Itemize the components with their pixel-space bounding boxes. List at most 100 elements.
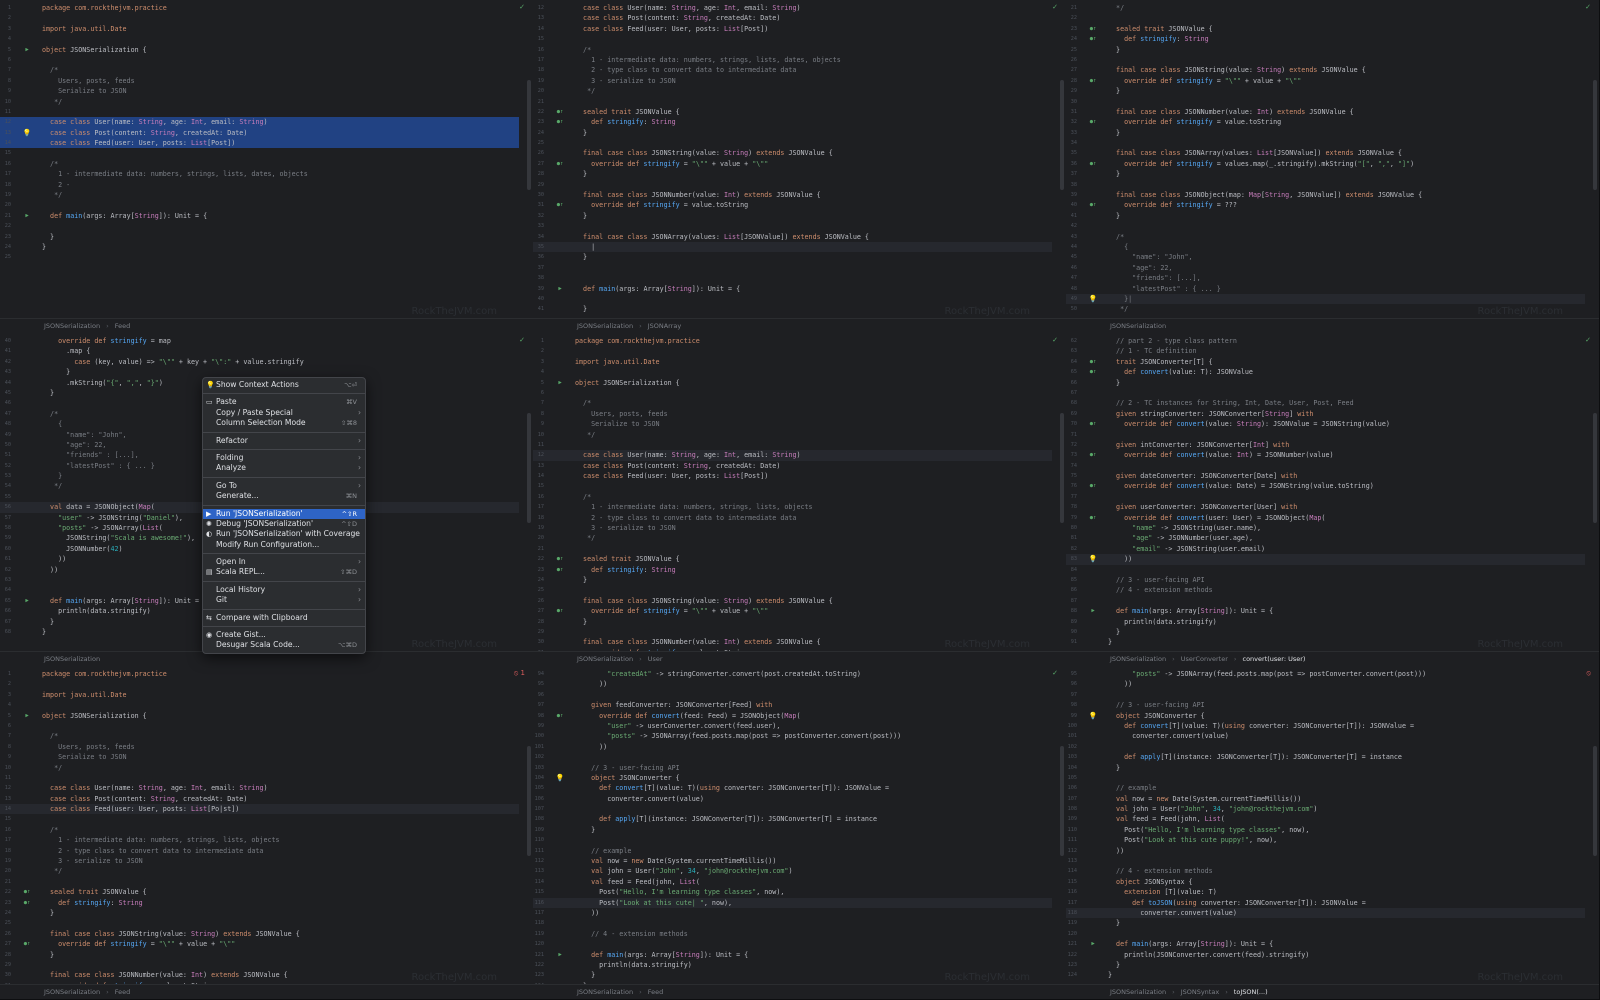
code-line[interactable]: 24} xyxy=(0,242,519,252)
breadcrumb-item[interactable]: JSONSerialization xyxy=(577,988,633,996)
code-line[interactable]: 4 xyxy=(0,700,519,710)
override-icon[interactable]: ●↑ xyxy=(555,107,565,117)
code-line[interactable]: 5 ▶ object JSONSerialization { xyxy=(533,378,1052,388)
code-line[interactable]: 90 } xyxy=(1066,627,1585,637)
code-line[interactable]: 45 "name": "John", xyxy=(1066,252,1585,262)
code-line[interactable]: 112 val now = new Date(System.currentTim… xyxy=(533,856,1052,866)
code-line[interactable]: 12 case class User(name: String, age: In… xyxy=(533,450,1052,461)
code-line[interactable]: 27 ●↑ override def stringify = "\"" + val… xyxy=(533,606,1052,616)
code-line[interactable]: 7 /* xyxy=(0,731,519,741)
inspection-ok-icon[interactable]: ✓ xyxy=(1052,3,1058,11)
code-line[interactable]: 28 } xyxy=(533,617,1052,627)
code-line[interactable]: 17 1 - intermediate data: numbers, strin… xyxy=(0,835,519,845)
override-icon[interactable]: ●↑ xyxy=(1088,367,1098,377)
code-line[interactable]: 104 💡 object JSONConverter { xyxy=(533,773,1052,783)
code-area[interactable]: 95 "posts" -> JSONArray(feed.posts.map(p… xyxy=(1066,669,1585,981)
code-line[interactable]: 13 case class Post(content: String, crea… xyxy=(533,461,1052,471)
code-line[interactable]: 75 given dateConverter: JSONConverter[Da… xyxy=(1066,471,1585,481)
run-icon[interactable]: ▶ xyxy=(22,711,32,721)
code-line[interactable]: 26 xyxy=(1066,55,1585,65)
code-line[interactable]: 116 Post("Look at this cute| ", now), xyxy=(533,897,1052,908)
breadcrumb-item[interactable]: JSONSerialization xyxy=(1110,988,1166,996)
code-line[interactable]: 24 ●↑ def stringify: String xyxy=(1066,34,1585,44)
code-line[interactable]: 14 case class Feed(user: User, posts: Li… xyxy=(533,24,1052,34)
code-line[interactable]: 20 */ xyxy=(533,533,1052,543)
code-line[interactable]: 96 xyxy=(533,690,1052,700)
code-line[interactable]: 14 case class Feed(user: User, posts: Li… xyxy=(0,138,519,149)
code-line[interactable]: 115 object JSONSyntax { xyxy=(1066,877,1585,887)
code-line[interactable]: 83 💡 )) xyxy=(1066,554,1585,565)
scrollbar[interactable] xyxy=(1593,746,1597,856)
code-line[interactable]: 87 xyxy=(1066,596,1585,606)
code-line[interactable]: 100 "posts" -> JSONArray(feed.posts.map(… xyxy=(533,731,1052,741)
code-line[interactable]: 28 } xyxy=(0,950,519,960)
menu-item-scala-repl[interactable]: ▤ Scala REPL... ⇧⌘D xyxy=(203,567,365,577)
code-line[interactable]: 9 Serialize to JSON xyxy=(0,86,519,96)
code-line[interactable]: 88 ▶ def main(args: Array[String]): Unit … xyxy=(1066,606,1585,616)
code-line[interactable]: 100 def convert[T](value: T)(using conve… xyxy=(1066,721,1585,731)
code-line[interactable]: 42 case (key, value) => "\"" + key + "\"… xyxy=(0,357,519,367)
code-line[interactable]: 3 import java.util.Date xyxy=(533,357,1052,367)
code-line[interactable]: 114 val feed = Feed(john, List( xyxy=(533,877,1052,887)
code-line[interactable]: 31 ●↑ override def stringify = value.toSt… xyxy=(533,200,1052,210)
code-line[interactable]: 22 xyxy=(1066,13,1585,23)
code-line[interactable]: 21 */ xyxy=(1066,3,1585,13)
code-line[interactable]: 69 given stringConverter: JSONConverter[… xyxy=(1066,409,1585,419)
code-line[interactable]: 49 💡 }| xyxy=(1066,293,1585,305)
code-line[interactable]: 103 // 3 - user-facing API xyxy=(533,763,1052,773)
error-indicator[interactable]: ⦸ xyxy=(1586,669,1591,678)
code-line[interactable]: 67 xyxy=(1066,388,1585,398)
menu-item-open-in[interactable]: Open In › xyxy=(203,557,365,567)
override-icon[interactable]: ●↑ xyxy=(1088,357,1098,367)
code-line[interactable]: 33 } xyxy=(1066,128,1585,138)
code-line[interactable]: 12 case class User(name: String, age: In… xyxy=(0,117,519,128)
code-line[interactable]: 23 ●↑ def stringify: String xyxy=(533,565,1052,575)
code-line[interactable]: 2 xyxy=(0,13,519,23)
code-line[interactable]: 38 xyxy=(533,273,1052,283)
run-icon[interactable]: ▶ xyxy=(555,284,565,294)
code-line[interactable]: 121 ▶ def main(args: Array[String]): Unit… xyxy=(533,950,1052,960)
code-line[interactable]: 12 case class User(name: String, age: In… xyxy=(533,3,1052,13)
code-line[interactable]: 20 */ xyxy=(0,866,519,876)
code-line[interactable]: 97 given feedConverter: JSONConverter[Fe… xyxy=(533,700,1052,710)
code-line[interactable]: 17 1 - intermediate data: numbers, strin… xyxy=(0,169,519,179)
code-line[interactable]: 4 xyxy=(533,367,1052,377)
code-line[interactable]: 18 2 - type class to convert data to int… xyxy=(533,513,1052,523)
breadcrumb-item[interactable]: JSONSerialization xyxy=(1110,655,1166,663)
code-line[interactable]: 68 // 2 - TC instances for String, Int, … xyxy=(1066,398,1585,408)
override-icon[interactable]: ●↑ xyxy=(22,939,32,949)
code-line[interactable]: 108 val john = User("John", 34, "john@ro… xyxy=(1066,804,1585,814)
code-line[interactable]: 114 // 4 - extension methods xyxy=(1066,866,1585,876)
code-line[interactable]: 104 } xyxy=(1066,763,1585,773)
menu-item-local-history[interactable]: Local History › xyxy=(203,585,365,595)
code-line[interactable]: 23 ●↑ def stringify: String xyxy=(0,898,519,908)
code-line[interactable]: 109 } xyxy=(533,825,1052,835)
code-line[interactable]: 18 2 - type class to convert data to int… xyxy=(0,846,519,856)
menu-item-compare-with-clipboard[interactable]: ⇆ Compare with Clipboard xyxy=(203,613,365,623)
menu-item-modify-run-configuration[interactable]: Modify Run Configuration... xyxy=(203,540,365,550)
code-line[interactable]: 96 )) xyxy=(1066,679,1585,689)
code-area[interactable]: 12 case class User(name: String, age: In… xyxy=(533,3,1052,315)
bulb-icon[interactable]: 💡 xyxy=(1088,294,1098,304)
context-menu[interactable]: 💡 Show Context Actions ⌥⏎ ▭ Paste ⌘V Copy / Pa… xyxy=(202,377,366,654)
code-line[interactable]: 3 import java.util.Date xyxy=(0,24,519,34)
code-line[interactable]: 1 package com.rockthejvm.practice xyxy=(0,3,519,13)
code-line[interactable]: 74 xyxy=(1066,461,1585,471)
bulb-icon[interactable]: 💡 xyxy=(22,128,32,138)
code-line[interactable]: 119 // 4 - extension methods xyxy=(533,929,1052,939)
run-icon[interactable]: ▶ xyxy=(22,211,32,221)
code-line[interactable]: 110 Post("Hello, I'm learning type class… xyxy=(1066,825,1585,835)
breadcrumb-item[interactable]: toJSON(...) xyxy=(1234,988,1268,996)
code-line[interactable]: 29 xyxy=(533,627,1052,637)
menu-item-debug-jsonserialization[interactable]: ✺ Debug 'JSONSerialization' ^⇧D xyxy=(203,519,365,529)
code-line[interactable]: 76 ●↑ override def convert(value: Date) =… xyxy=(1066,481,1585,491)
breadcrumb-item[interactable]: UserConverter xyxy=(1181,655,1228,663)
code-line[interactable]: 111 // example xyxy=(533,846,1052,856)
code-line[interactable]: 38 xyxy=(1066,180,1585,190)
override-icon[interactable]: ●↑ xyxy=(1088,200,1098,210)
code-line[interactable]: 39 final case class JSONObject(map: Map[… xyxy=(1066,190,1585,200)
code-line[interactable]: 121 ▶ def main(args: Array[String]): Unit… xyxy=(1066,939,1585,949)
code-line[interactable]: 21 xyxy=(533,544,1052,554)
code-line[interactable]: 17 1 - intermediate data: numbers, strin… xyxy=(533,502,1052,512)
scrollbar[interactable] xyxy=(1060,746,1064,856)
